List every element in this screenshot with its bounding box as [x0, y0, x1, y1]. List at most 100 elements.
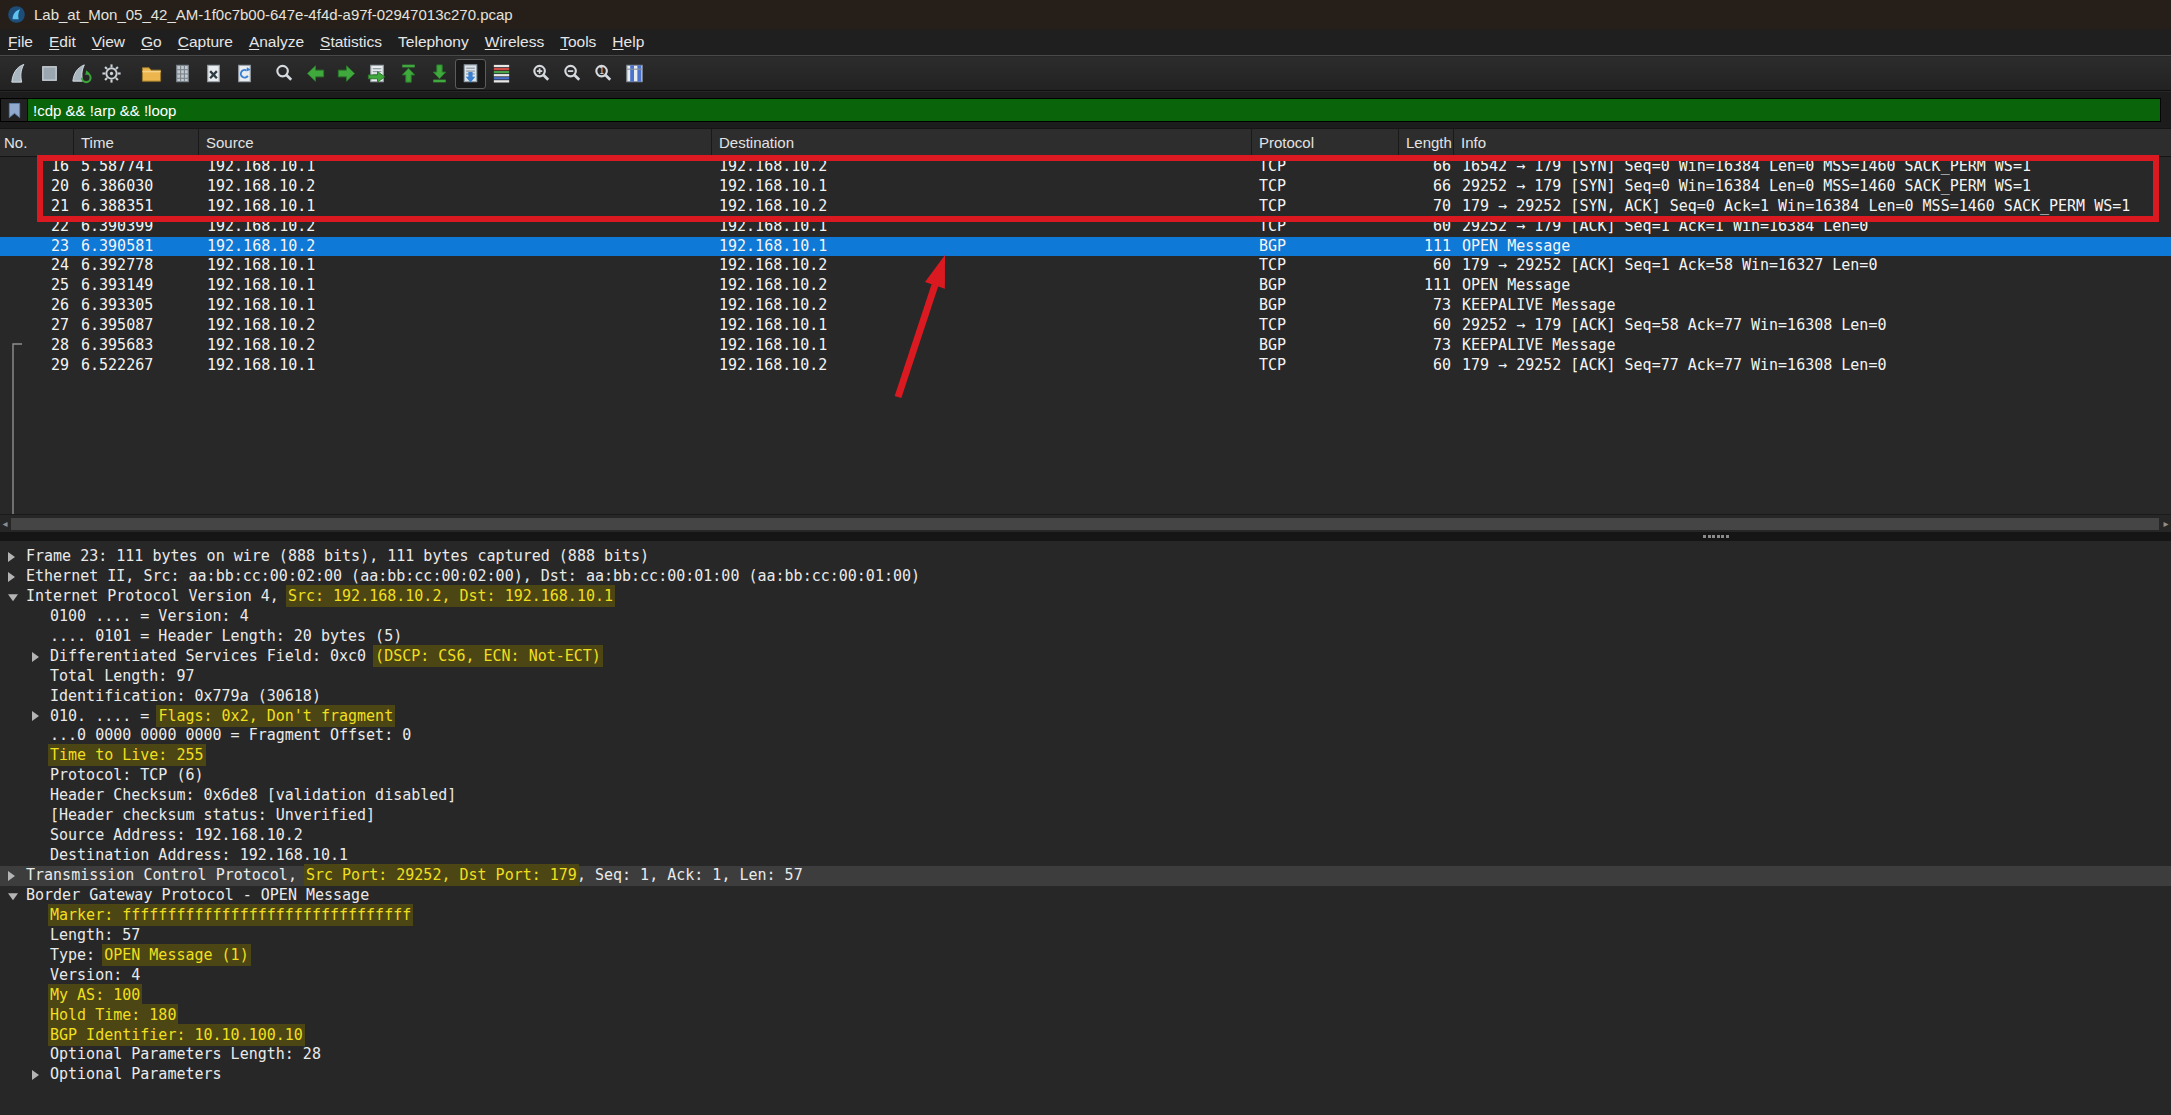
zoom-in-button[interactable]: [526, 59, 557, 89]
detail-line-19[interactable]: Length: 57: [0, 926, 2171, 946]
colorize-button[interactable]: [486, 59, 517, 89]
menu-edit[interactable]: Edit: [41, 33, 84, 51]
auto-scroll-button[interactable]: [455, 59, 486, 89]
detail-line-23[interactable]: Hold Time: 180: [0, 1006, 2171, 1026]
detail-line-14[interactable]: Source Address: 192.168.10.2: [0, 826, 2171, 846]
detail-line-17[interactable]: Border Gateway Protocol - OPEN Message: [0, 886, 2171, 906]
packet-row-29[interactable]: 296.522267192.168.10.1192.168.10.2TCP601…: [0, 356, 2171, 376]
expander-closed-icon[interactable]: [32, 1070, 39, 1080]
column-header-info[interactable]: Info: [1454, 129, 2171, 156]
packet-23-info: OPEN Message: [1454, 237, 2171, 257]
menu-analyze[interactable]: Analyze: [241, 33, 312, 51]
packet-row-26[interactable]: 266.393305192.168.10.1192.168.10.2BGP73K…: [0, 296, 2171, 316]
column-header-protocol[interactable]: Protocol: [1252, 129, 1399, 156]
packet-row-25[interactable]: 256.393149192.168.10.1192.168.10.2BGP111…: [0, 276, 2171, 296]
expander-closed-icon[interactable]: [8, 552, 15, 562]
file-close-button[interactable]: [198, 59, 229, 89]
go-to-packet-button[interactable]: [362, 59, 393, 89]
detail-line-6[interactable]: Total Length: 97: [0, 667, 2171, 687]
menu-view[interactable]: View: [84, 33, 133, 51]
expander-open-icon[interactable]: [8, 893, 18, 900]
highlighted-field-text: BGP Identifier: 10.10.100.10: [50, 1026, 303, 1044]
capture-restart-button[interactable]: [65, 59, 96, 89]
detail-line-9[interactable]: ...0 0000 0000 0000 = Fragment Offset: 0: [0, 726, 2171, 746]
display-filter-input[interactable]: !cdp && !arp && !loop: [28, 99, 2160, 121]
packet-24-info: 179 → 29252 [ACK] Seq=1 Ack=58 Win=16327…: [1454, 256, 2171, 276]
expander-closed-icon[interactable]: [8, 572, 15, 582]
menu-capture[interactable]: Capture: [170, 33, 241, 51]
packet-row-24[interactable]: 246.392778192.168.10.1192.168.10.2TCP601…: [0, 256, 2171, 276]
resize-columns-icon: [623, 62, 646, 85]
column-header-length[interactable]: Length: [1399, 129, 1454, 156]
column-header-time[interactable]: Time: [74, 129, 199, 156]
detail-line-15[interactable]: Destination Address: 192.168.10.1: [0, 846, 2171, 866]
filter-bookmark-button[interactable]: [1, 99, 28, 121]
detail-line-25[interactable]: Optional Parameters Length: 28: [0, 1045, 2171, 1065]
detail-line-18[interactable]: Marker: ffffffffffffffffffffffffffffffff: [0, 906, 2171, 926]
file-open-button[interactable]: [136, 59, 167, 89]
hscroll-right-arrow-icon[interactable]: ▸: [2161, 517, 2171, 531]
zoom-original-button[interactable]: [588, 59, 619, 89]
detail-line-2[interactable]: Internet Protocol Version 4, Src: 192.16…: [0, 587, 2171, 607]
expander-closed-icon[interactable]: [32, 711, 39, 721]
packet-row-23[interactable]: 236.390581192.168.10.2192.168.10.1BGP111…: [0, 237, 2171, 257]
go-forward-button[interactable]: [331, 59, 362, 89]
expander-open-icon[interactable]: [8, 594, 18, 601]
menu-telephony[interactable]: Telephony: [390, 33, 477, 51]
hscroll-thumb[interactable]: [11, 518, 2159, 530]
zoom-out-button[interactable]: [557, 59, 588, 89]
packet-26-proto: BGP: [1252, 296, 1399, 316]
go-last-button[interactable]: [424, 59, 455, 89]
menu-wireless[interactable]: Wireless: [477, 33, 552, 51]
resize-columns-button[interactable]: [619, 59, 650, 89]
go-back-button[interactable]: [300, 59, 331, 89]
menu-tools[interactable]: Tools: [552, 33, 604, 51]
packet-26-dst: 192.168.10.2: [712, 296, 1252, 316]
menu-file[interactable]: File: [0, 33, 41, 51]
detail-line-1[interactable]: Ethernet II, Src: aa:bb:cc:00:02:00 (aa:…: [0, 567, 2171, 587]
detail-line-7[interactable]: Identification: 0x779a (30618): [0, 687, 2171, 707]
packet-list-header: No.TimeSourceDestinationProtocolLengthIn…: [0, 128, 2171, 157]
capture-stop-button[interactable]: [34, 59, 65, 89]
capture-start-button[interactable]: [3, 59, 34, 89]
detail-line-21[interactable]: Version: 4: [0, 966, 2171, 986]
file-save-button[interactable]: [167, 59, 198, 89]
pane-splitter[interactable]: [0, 532, 2171, 541]
detail-line-22[interactable]: My AS: 100: [0, 986, 2171, 1006]
capture-options-button[interactable]: [96, 59, 127, 89]
find-packet-icon: [273, 62, 296, 85]
column-header-destination[interactable]: Destination: [712, 129, 1252, 156]
detail-line-26[interactable]: Optional Parameters: [0, 1065, 2171, 1085]
packet-23-no: 23: [0, 237, 74, 257]
detail-line-24[interactable]: BGP Identifier: 10.10.100.10: [0, 1026, 2171, 1046]
expander-closed-icon[interactable]: [8, 871, 15, 881]
find-packet-button[interactable]: [269, 59, 300, 89]
detail-line-5[interactable]: Differentiated Services Field: 0xc0 (DSC…: [0, 647, 2171, 667]
packet-row-27[interactable]: 276.395087192.168.10.2192.168.10.1TCP602…: [0, 316, 2171, 336]
detail-line-12[interactable]: Header Checksum: 0x6de8 [validation disa…: [0, 786, 2171, 806]
detail-line-11[interactable]: Protocol: TCP (6): [0, 766, 2171, 786]
menu-help[interactable]: Help: [604, 33, 652, 51]
column-header-source[interactable]: Source: [199, 129, 712, 156]
file-reload-button[interactable]: [229, 59, 260, 89]
menu-statistics[interactable]: Statistics: [312, 33, 390, 51]
packet-row-28[interactable]: 286.395683192.168.10.2192.168.10.1BGP73K…: [0, 336, 2171, 356]
go-first-button[interactable]: [393, 59, 424, 89]
detail-line-4[interactable]: .... 0101 = Header Length: 20 bytes (5): [0, 627, 2171, 647]
detail-line-10[interactable]: Time to Live: 255: [0, 746, 2171, 766]
field-text: Protocol: TCP (6): [50, 766, 204, 784]
detail-line-20[interactable]: Type: OPEN Message (1): [0, 946, 2171, 966]
packet-28-len: 73: [1399, 336, 1454, 356]
detail-line-3[interactable]: 0100 .... = Version: 4: [0, 607, 2171, 627]
column-header-no[interactable]: No.: [0, 129, 74, 156]
expander-closed-icon[interactable]: [32, 652, 39, 662]
packet-list-hscrollbar[interactable]: ◂ ▸: [0, 514, 2171, 532]
menu-go[interactable]: Go: [133, 33, 170, 51]
detail-line-16[interactable]: Transmission Control Protocol, Src Port:…: [0, 866, 2171, 886]
hscroll-left-arrow-icon[interactable]: ◂: [0, 517, 10, 531]
detail-line-0[interactable]: Frame 23: 111 bytes on wire (888 bits), …: [0, 547, 2171, 567]
packet-27-info: 29252 → 179 [ACK] Seq=58 Ack=77 Win=1630…: [1454, 316, 2171, 336]
detail-line-8[interactable]: 010. .... = Flags: 0x2, Don't fragment: [0, 707, 2171, 727]
packet-25-proto: BGP: [1252, 276, 1399, 296]
detail-line-13[interactable]: [Header checksum status: Unverified]: [0, 806, 2171, 826]
